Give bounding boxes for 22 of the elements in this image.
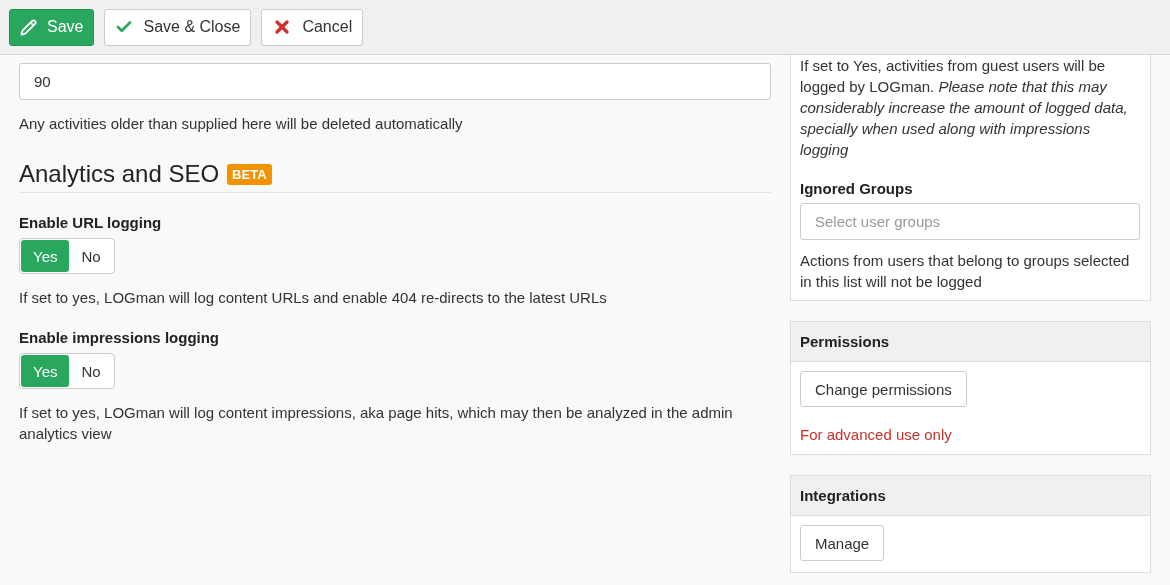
field-label: Enable URL logging: [19, 214, 163, 231]
field-label: Ignored Groups: [800, 180, 914, 197]
help-text: Actions from users that belong to groups selected in this list will not be logged: [800, 251, 1131, 292]
toggle-option[interactable]: No: [69, 355, 113, 387]
beta-badge: BETA: [227, 163, 272, 185]
cancel-button[interactable]: Cancel: [261, 8, 364, 46]
panel-button[interactable]: Change permissions: [800, 371, 967, 407]
panel-button[interactable]: Manage: [800, 525, 885, 561]
user-groups-select[interactable]: Select user groups: [800, 203, 1140, 240]
save-close-button[interactable]: Save & Close: [104, 8, 252, 46]
retention-field[interactable]: 90: [19, 63, 771, 100]
panel-title: Integrations: [791, 476, 1150, 516]
warning-text: For advanced use only: [800, 426, 953, 443]
section-title: Analytics and SEO: [19, 160, 220, 188]
field-label: Enable impressions logging: [19, 329, 221, 346]
help-text: Any activities older than supplied here will be deleted automatically: [19, 114, 464, 134]
toggle-option[interactable]: No: [69, 240, 113, 272]
help-text: If set to yes, LOGman will log content impressions, aka page hits, which may then be analyzed in the admin analytics view: [19, 403, 734, 444]
help-text: If set to yes, LOGman will log content URLs and enable 404 re-directs to the latest URLs: [19, 288, 608, 308]
pencil-icon: [20, 18, 37, 36]
guest-help-text: If set to Yes, activities from guest users will be logged by LOGman. Please note that this may considerably increase the amount of logged data, specially when used along with impressions logging: [800, 56, 1129, 160]
panel-title: Permissions: [791, 322, 1150, 362]
